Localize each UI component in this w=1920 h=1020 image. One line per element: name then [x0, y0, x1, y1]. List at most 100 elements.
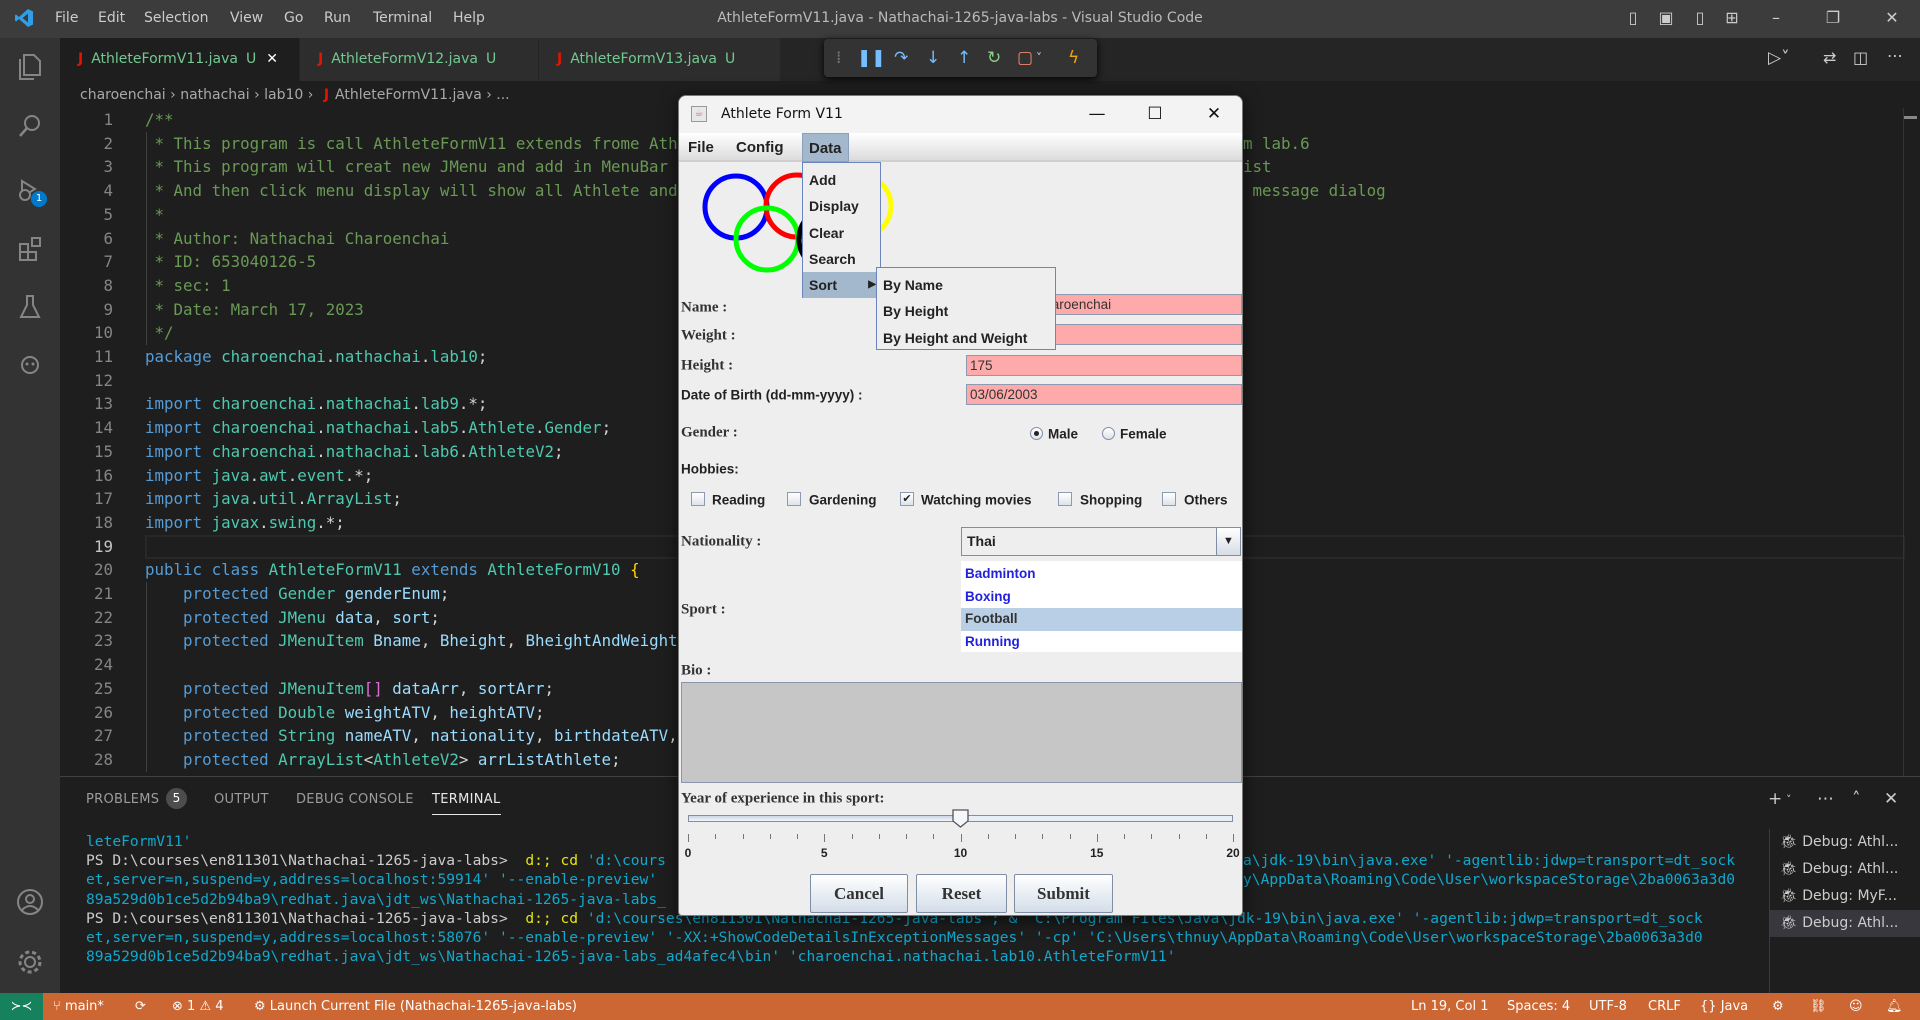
extensions-icon[interactable]: [13, 232, 47, 266]
code-line[interactable]: * sec: 1: [145, 274, 231, 298]
menu-file[interactable]: File: [55, 10, 78, 26]
toggle-sidebar-icon[interactable]: ▯: [1623, 8, 1643, 28]
code-line[interactable]: protected Gender genderEnum;: [145, 582, 449, 606]
sync-icon[interactable]: ⟳: [135, 993, 146, 1020]
tab-close-icon[interactable]: ✕: [266, 51, 278, 67]
chevron-down-icon[interactable]: ˅: [1786, 793, 1792, 806]
breadcrumb-item[interactable]: charoenchai: [80, 87, 166, 103]
dropdown-arrow-icon[interactable]: ▼: [1216, 528, 1240, 555]
form-menu-data[interactable]: Data: [802, 133, 849, 162]
sport-item[interactable]: Badminton: [961, 563, 1242, 586]
code-line-tail[interactable]: m lab.6: [1243, 132, 1310, 156]
code-line-tail[interactable]: ist: [1243, 155, 1272, 179]
hobby-label[interactable]: Shopping: [1080, 493, 1142, 508]
bio-textarea[interactable]: [681, 682, 1242, 783]
tab-athleteformv12[interactable]: J AthleteFormV12.java U: [300, 38, 539, 81]
close-panel-icon[interactable]: ✕: [1884, 789, 1898, 809]
close-icon[interactable]: ✕: [1882, 8, 1902, 28]
male-label[interactable]: Male: [1048, 427, 1078, 442]
new-terminal-icon[interactable]: +: [1768, 789, 1782, 809]
menu-view[interactable]: View: [230, 10, 263, 26]
menu-terminal[interactable]: Terminal: [373, 10, 432, 26]
male-radio[interactable]: [1030, 427, 1043, 440]
form-menu-file[interactable]: File: [682, 133, 720, 162]
more-actions-icon[interactable]: ⋯: [1887, 46, 1903, 65]
drag-handle-icon[interactable]: ⁞: [836, 48, 841, 68]
hobby-checkbox-reading[interactable]: [691, 492, 705, 506]
step-into-icon[interactable]: ↓: [926, 48, 940, 68]
female-label[interactable]: Female: [1120, 427, 1167, 442]
sport-item[interactable]: Running: [961, 631, 1242, 654]
menu-item-add[interactable]: Add: [803, 167, 880, 193]
editor-scrollbar[interactable]: [1903, 108, 1917, 776]
submit-button[interactable]: Submit: [1014, 874, 1113, 913]
reset-button[interactable]: Reset: [916, 874, 1007, 913]
code-line[interactable]: import charoenchai.nathachai.lab5.Athlet…: [145, 416, 611, 440]
code-line[interactable]: *: [145, 203, 165, 227]
code-line[interactable]: * This program is call AthleteFormV11 ex…: [145, 132, 678, 156]
stop-icon[interactable]: ▢: [1017, 48, 1033, 68]
notifications-bell-icon[interactable]: 🔔︎: [1886, 993, 1903, 1020]
run-debug-icon[interactable]: 1: [13, 173, 47, 207]
more-icon[interactable]: ⋯: [1817, 789, 1834, 809]
hobby-label[interactable]: Gardening: [809, 493, 877, 508]
tab-athleteformv11[interactable]: J AthleteFormV11.java U ✕: [60, 38, 300, 81]
java-status-icon[interactable]: ⚙: [1772, 993, 1784, 1020]
minimize-icon[interactable]: —: [1082, 96, 1112, 133]
terminal-instance[interactable]: 🐞︎ Debug: Athl...: [1770, 910, 1920, 937]
indentation[interactable]: Spaces: 4: [1507, 993, 1570, 1020]
code-line[interactable]: import java.awt.event.*;: [145, 464, 373, 488]
cancel-button[interactable]: Cancel: [810, 874, 908, 913]
nationality-combobox[interactable]: Thai ▼: [961, 527, 1241, 556]
hobby-checkbox-others[interactable]: [1162, 492, 1176, 506]
toggle-panel-icon[interactable]: ▣: [1656, 8, 1676, 28]
hobby-label[interactable]: Others: [1184, 493, 1228, 508]
menu-help[interactable]: Help: [453, 10, 485, 26]
code-line[interactable]: protected JMenuItem Bname, Bheight, Bhei…: [145, 629, 678, 653]
dialog-title-bar[interactable]: ☕ Athlete Form V11 — ☐ ✕: [679, 96, 1242, 133]
restore-icon[interactable]: ❐: [1823, 8, 1843, 28]
maximize-panel-icon[interactable]: ˄: [1852, 789, 1861, 809]
tab-athleteformv13[interactable]: J AthleteFormV13.java U: [539, 38, 781, 81]
feedback-icon[interactable]: ☺: [1849, 993, 1863, 1020]
remote-indicator-icon[interactable]: ≻≺: [0, 993, 43, 1020]
compare-icon[interactable]: ⇄: [1823, 48, 1836, 67]
sport-list[interactable]: Badminton Boxing Football Running: [961, 561, 1242, 652]
menu-item-display[interactable]: Display: [803, 193, 880, 219]
menu-item-clear[interactable]: Clear: [803, 220, 880, 246]
female-radio[interactable]: [1102, 427, 1115, 440]
restart-icon[interactable]: ↻: [987, 48, 1001, 68]
code-line[interactable]: import java.util.ArrayList;: [145, 487, 402, 511]
launch-config[interactable]: ⚙ Launch Current File (Nathachai-1265-ja…: [254, 993, 577, 1020]
menu-item-by-name[interactable]: By Name: [877, 272, 1055, 298]
height-field[interactable]: [966, 355, 1242, 376]
code-line[interactable]: import charoenchai.nathachai.lab6.Athlet…: [145, 440, 564, 464]
breadcrumb-item[interactable]: ...: [496, 87, 509, 103]
hobby-checkbox-gardening[interactable]: [787, 492, 801, 506]
form-menu-config[interactable]: Config: [730, 133, 789, 162]
language-mode[interactable]: {} Java: [1700, 993, 1748, 1020]
code-line[interactable]: * Date: March 17, 2023: [145, 298, 364, 322]
code-line[interactable]: import javax.swing.*;: [145, 511, 345, 535]
code-line[interactable]: /**: [145, 108, 174, 132]
customize-layout-icon[interactable]: ⊞: [1722, 8, 1742, 28]
cursor-position[interactable]: Ln 19, Col 1: [1411, 993, 1488, 1020]
menu-item-by-height-and-weight[interactable]: By Height and Weight: [877, 325, 1055, 351]
breadcrumb-item[interactable]: lab10: [264, 87, 303, 103]
menu-edit[interactable]: Edit: [98, 10, 125, 26]
menu-go[interactable]: Go: [284, 10, 303, 26]
hot-code-replace-icon[interactable]: ϟ: [1068, 48, 1079, 68]
code-line[interactable]: protected JMenuItem[] dataArr, sortArr;: [145, 677, 554, 701]
hobby-label[interactable]: Watching movies: [921, 493, 1032, 508]
hobby-checkbox-shopping[interactable]: [1058, 492, 1072, 506]
split-editor-icon[interactable]: ◫: [1853, 48, 1868, 67]
code-line[interactable]: * This program will creat new JMenu and …: [145, 155, 669, 179]
maximize-icon[interactable]: ☐: [1140, 96, 1170, 133]
line-ending[interactable]: CRLF: [1648, 993, 1681, 1020]
code-line[interactable]: * ID: 653040126-5: [145, 250, 317, 274]
remote-explorer-icon[interactable]: [13, 347, 47, 381]
problems-indicator[interactable]: ⊗ 1 ⚠ 4: [172, 993, 224, 1020]
toggle-secondary-sidebar-icon[interactable]: ▯: [1690, 8, 1710, 28]
code-line[interactable]: package charoenchai.nathachai.lab10;: [145, 345, 487, 369]
code-line[interactable]: protected ArrayList<AthleteV2> arrListAt…: [145, 748, 621, 772]
